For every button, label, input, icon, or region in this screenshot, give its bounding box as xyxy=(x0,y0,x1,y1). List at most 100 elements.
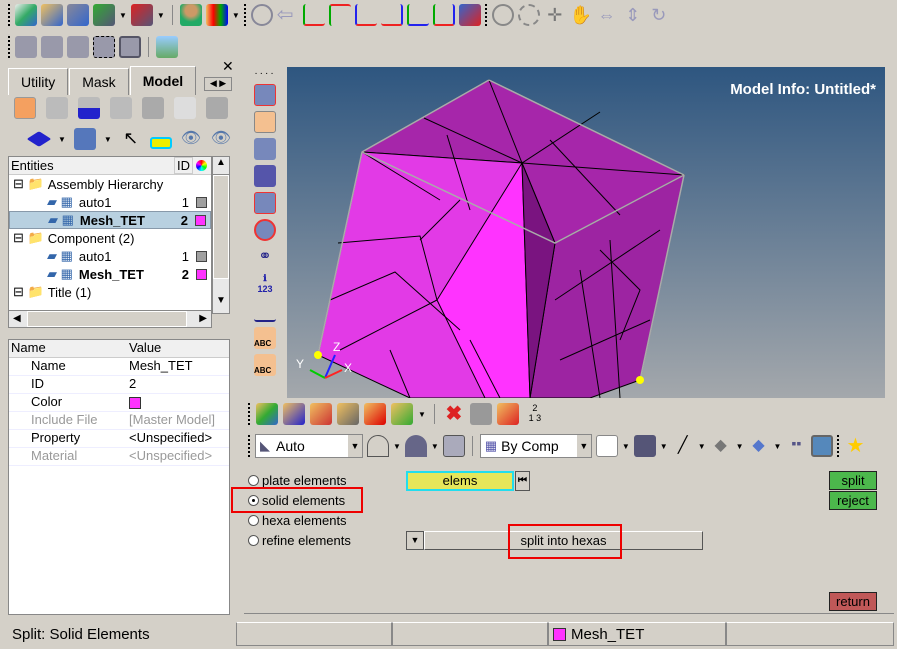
new-model-icon[interactable] xyxy=(15,4,37,26)
fit-icon[interactable] xyxy=(517,4,540,26)
materials-icon[interactable] xyxy=(310,403,332,425)
save-view-icon[interactable] xyxy=(15,36,37,58)
property-row-property[interactable]: Property <Unspecified> xyxy=(9,430,229,448)
show-only-eye-icon[interactable]: 👁 xyxy=(210,128,232,150)
tree-item-mesh-tet[interactable]: ▰ ▦ Mesh_TET 2 xyxy=(9,265,211,283)
view-list-icon[interactable] xyxy=(67,36,89,58)
duplicate-icon[interactable] xyxy=(469,403,492,425)
tree-item-auto1[interactable]: ▰ ▦ auto1 1 xyxy=(9,193,211,211)
property-row-id[interactable]: ID 2 xyxy=(9,376,229,394)
delete-icon[interactable]: ✖ xyxy=(443,403,465,425)
toolbar-grip[interactable] xyxy=(8,4,11,26)
zoom-window-icon[interactable] xyxy=(491,4,514,26)
property-row-name[interactable]: Name Mesh_TET xyxy=(9,358,229,376)
explode-icon[interactable]: ▪▪ xyxy=(785,435,807,457)
1d-elements-icon[interactable]: ╱ xyxy=(672,435,694,457)
user-profile-icon[interactable] xyxy=(179,4,202,26)
mesh-wireframe-icon[interactable] xyxy=(595,435,618,457)
view-xz-left-icon[interactable] xyxy=(354,4,377,26)
open-results-icon[interactable] xyxy=(205,4,228,26)
components-icon[interactable] xyxy=(283,403,305,425)
spin-z-icon[interactable]: ↻ xyxy=(648,4,670,26)
properties-icon[interactable] xyxy=(337,403,359,425)
numbers-info-icon[interactable]: ℹ 123 xyxy=(254,273,276,295)
save-model-icon[interactable] xyxy=(67,4,89,26)
mesh-shaded-icon[interactable] xyxy=(254,111,276,133)
systems-icon[interactable] xyxy=(391,403,413,425)
select-cursor-icon[interactable]: ↖ xyxy=(120,128,142,150)
previous-view-icon[interactable]: ⇦ xyxy=(277,4,299,26)
id-column-header[interactable]: ID xyxy=(174,157,193,174)
tree-item-auto1[interactable]: ▰ ▦ auto1 1 xyxy=(9,247,211,265)
tab-scroll-arrows[interactable]: ◀ ▶ xyxy=(204,77,232,91)
close-panel-icon[interactable]: ✕ xyxy=(222,58,234,75)
property-view-icon[interactable] xyxy=(78,97,100,119)
tree-item-mesh-tet[interactable]: ▰ ▦ Mesh_TET 2 xyxy=(9,211,211,229)
return-button[interactable]: return xyxy=(829,592,877,611)
export-icon[interactable] xyxy=(130,4,153,26)
view-xy-bottom-icon[interactable] xyxy=(328,4,351,26)
view-window-icon[interactable] xyxy=(93,36,115,58)
color-swatch[interactable] xyxy=(129,397,141,409)
graphics-viewport[interactable]: Z Y X Model Info: Untitled* xyxy=(287,67,885,398)
monitor-icon[interactable] xyxy=(811,435,834,457)
view-yz-icon[interactable] xyxy=(406,4,429,26)
wireframe-icon[interactable] xyxy=(254,138,276,160)
show-hide-eye-icon[interactable]: 👁 xyxy=(180,128,202,150)
tab-mask[interactable]: Mask xyxy=(69,68,129,95)
shrink-icon[interactable] xyxy=(254,219,276,241)
favorite-star-icon[interactable]: ★ xyxy=(844,435,866,457)
create-component-icon[interactable] xyxy=(26,131,52,147)
view-xz-right-icon[interactable] xyxy=(380,4,403,26)
zoom-icon[interactable] xyxy=(250,4,273,26)
tree-item-assembly-hierarchy[interactable]: ⊟ 📁 Assembly Hierarchy xyxy=(9,175,211,193)
assemblies-icon[interactable] xyxy=(256,403,278,425)
entities-column-header[interactable]: Entities xyxy=(9,158,54,173)
pan-icon[interactable]: ✛ xyxy=(544,4,566,26)
rotate-hand-icon[interactable]: ✋ xyxy=(570,4,592,26)
reset-selection-icon[interactable]: ⏮ xyxy=(515,471,530,491)
isolate-icon[interactable] xyxy=(149,137,172,149)
scale-icon[interactable] xyxy=(254,300,276,322)
restore-view-icon[interactable] xyxy=(41,36,63,58)
view-iso-icon[interactable] xyxy=(432,4,455,26)
property-row-color[interactable]: Color xyxy=(9,394,229,412)
view-3d-icon[interactable] xyxy=(458,4,481,26)
geometry-wireframe-icon[interactable] xyxy=(367,435,389,457)
display-mode-icon[interactable] xyxy=(73,128,96,150)
color-column-icon[interactable] xyxy=(196,160,207,171)
thickness-view-icon[interactable] xyxy=(142,97,164,119)
spin-x-icon[interactable]: ⇔ xyxy=(596,4,618,26)
tab-model[interactable]: Model xyxy=(129,66,197,95)
mesh-display-icon[interactable] xyxy=(254,84,276,106)
view-xy-top-icon[interactable] xyxy=(302,4,325,26)
element-edges-icon[interactable] xyxy=(254,192,276,214)
assembly-view-icon[interactable] xyxy=(46,97,68,119)
import-icon[interactable] xyxy=(93,4,115,26)
tab-utility[interactable]: Utility xyxy=(8,68,69,95)
split-button[interactable]: split xyxy=(829,471,877,490)
2d-elements-icon[interactable]: ◆ xyxy=(710,435,732,457)
load-collectors-icon[interactable] xyxy=(364,403,386,425)
elems-selector[interactable]: elems xyxy=(406,471,514,491)
material-view-icon[interactable] xyxy=(110,97,132,119)
status-current-component[interactable]: Mesh_TET xyxy=(548,622,726,646)
tree-vertical-scrollbar[interactable]: ▲ ▼ xyxy=(212,156,230,314)
section-view-icon[interactable] xyxy=(206,97,228,119)
renumber-icon[interactable]: 21 3 xyxy=(524,403,546,425)
shaded-mesh-icon[interactable] xyxy=(254,165,276,187)
mesh-shaded-icon[interactable] xyxy=(633,435,656,457)
option-plate-elements[interactable]: plate elements xyxy=(248,473,347,488)
tree-item-component[interactable]: ⊟ 📁 Component (2) xyxy=(9,229,211,247)
view-frame-icon[interactable] xyxy=(119,36,141,58)
tree-item-title[interactable]: ⊟ 📁 Title (1) xyxy=(9,283,211,301)
option-hexa-elements[interactable]: hexa elements xyxy=(248,513,347,528)
label-normals-icon[interactable]: ABC xyxy=(254,354,276,376)
element-color-dropdown[interactable]: ▦ By Comp ▼ xyxy=(479,434,592,458)
option-refine-elements[interactable]: refine elements xyxy=(248,533,351,548)
spin-y-icon[interactable]: ⇕ xyxy=(622,4,644,26)
label-abc-icon[interactable]: ABC xyxy=(254,327,276,349)
organize-icon[interactable] xyxy=(496,403,519,425)
capture-image-icon[interactable] xyxy=(156,36,178,58)
component-view-icon[interactable] xyxy=(14,97,36,119)
